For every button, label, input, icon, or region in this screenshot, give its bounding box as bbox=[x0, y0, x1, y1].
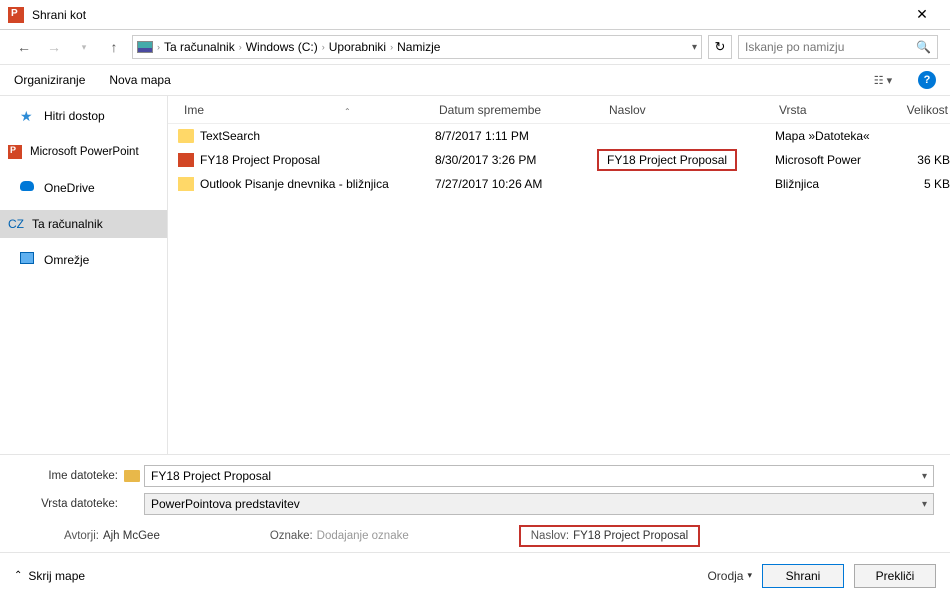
sidebar-item-powerpoint[interactable]: Microsoft PowerPoint bbox=[0, 138, 167, 166]
search-icon: 🔍 bbox=[916, 40, 931, 54]
sidebar-item-label: Microsoft PowerPoint bbox=[30, 146, 139, 158]
filetype-select[interactable]: PowerPointova predstavitev ▾ bbox=[144, 493, 934, 515]
powerpoint-file-icon bbox=[178, 153, 194, 167]
sidebar: ★ Hitri dostop Microsoft PowerPoint OneD… bbox=[0, 96, 168, 454]
search-input[interactable]: Iskanje po namizju 🔍 bbox=[738, 35, 938, 59]
close-button[interactable]: ✕ bbox=[902, 0, 942, 30]
column-header-type[interactable]: Vrsta bbox=[773, 103, 888, 117]
address-bar[interactable]: › Ta računalnik › Windows (C:) › Uporabn… bbox=[132, 35, 702, 59]
file-row[interactable]: TextSearch 8/7/2017 1:11 PM Mapa »Datote… bbox=[168, 124, 950, 148]
filename-label: Ime datoteke: bbox=[16, 470, 124, 482]
sidebar-item-thispc[interactable]: CZ Ta računalnik bbox=[0, 210, 167, 238]
sidebar-item-label: Omrežje bbox=[44, 253, 89, 267]
filename-input[interactable]: FY18 Project Proposal ▾ bbox=[144, 465, 934, 487]
file-name: FY18 Project Proposal bbox=[200, 153, 435, 167]
up-button[interactable]: ↑ bbox=[102, 35, 126, 59]
file-type: Microsoft Power bbox=[775, 153, 890, 167]
chevron-down-icon: ▾ bbox=[747, 570, 752, 581]
back-button[interactable]: ← bbox=[12, 35, 36, 59]
chevron-up-icon: ⌃ bbox=[14, 570, 22, 581]
network-icon bbox=[20, 252, 36, 268]
column-headers: Ime⌃ Datum spremembe Naslov Vrsta Veliko… bbox=[168, 96, 950, 124]
chevron-right-icon: › bbox=[239, 42, 242, 52]
onedrive-icon bbox=[20, 180, 36, 196]
sidebar-item-onedrive[interactable]: OneDrive bbox=[0, 174, 167, 202]
forward-button[interactable]: → bbox=[42, 35, 66, 59]
save-button[interactable]: Shrani bbox=[762, 564, 844, 588]
authors-field[interactable]: Avtorji: Ajh McGee bbox=[64, 530, 160, 542]
search-placeholder: Iskanje po namizju bbox=[745, 40, 844, 54]
tools-menu[interactable]: Orodja ▾ bbox=[707, 569, 752, 583]
chevron-down-icon[interactable]: ▾ bbox=[692, 42, 697, 53]
sidebar-item-label: Hitri dostop bbox=[44, 109, 105, 123]
file-date: 7/27/2017 10:26 AM bbox=[435, 177, 605, 191]
drive-icon bbox=[137, 41, 153, 53]
file-row[interactable]: Outlook Pisanje dnevnika - bližnjica 7/2… bbox=[168, 172, 950, 196]
title-field[interactable]: Naslov: FY18 Project Proposal bbox=[519, 525, 700, 547]
filetype-label: Vrsta datoteke: bbox=[16, 498, 124, 510]
save-options: Ime datoteke: FY18 Project Proposal ▾ Vr… bbox=[0, 454, 950, 553]
folder-icon bbox=[124, 470, 140, 482]
chevron-right-icon: › bbox=[390, 42, 393, 52]
new-folder-button[interactable]: Nova mapa bbox=[109, 73, 170, 87]
sidebar-item-label: OneDrive bbox=[44, 181, 95, 195]
help-button[interactable]: ? bbox=[918, 71, 936, 89]
file-list: Ime⌃ Datum spremembe Naslov Vrsta Veliko… bbox=[168, 96, 950, 454]
powerpoint-icon bbox=[8, 7, 24, 23]
hide-folders-button[interactable]: ⌃ Skrij mape bbox=[14, 569, 85, 583]
footer: ⌃ Skrij mape Orodja ▾ Shrani Prekliči bbox=[0, 552, 950, 598]
file-title: FY18 Project Proposal bbox=[605, 153, 775, 167]
sidebar-prefix: CZ bbox=[8, 217, 24, 231]
file-size: 5 KB bbox=[890, 177, 950, 191]
titlebar: Shrani kot ✕ bbox=[0, 0, 950, 30]
chevron-right-icon: › bbox=[322, 42, 325, 52]
tags-field[interactable]: Oznake: Dodajanje oznake bbox=[270, 530, 409, 542]
column-header-date[interactable]: Datum spremembe bbox=[433, 103, 603, 117]
column-header-title[interactable]: Naslov bbox=[603, 103, 773, 117]
sidebar-item-quickaccess[interactable]: ★ Hitri dostop bbox=[0, 102, 167, 130]
toolbar: Organiziranje Nova mapa ☷ ▾ ? bbox=[0, 64, 950, 96]
column-header-size[interactable]: Velikost bbox=[888, 103, 948, 117]
cancel-button[interactable]: Prekliči bbox=[854, 564, 936, 588]
file-name: Outlook Pisanje dnevnika - bližnjica bbox=[200, 177, 435, 191]
sidebar-item-network[interactable]: Omrežje bbox=[0, 246, 167, 274]
file-date: 8/30/2017 3:26 PM bbox=[435, 153, 605, 167]
breadcrumb-item[interactable]: Windows (C:) bbox=[246, 40, 318, 54]
breadcrumb-item[interactable]: Uporabniki bbox=[329, 40, 386, 54]
navigation-bar: ← → ▾ ↑ › Ta računalnik › Windows (C:) ›… bbox=[0, 30, 950, 64]
file-name: TextSearch bbox=[200, 129, 435, 143]
history-dropdown[interactable]: ▾ bbox=[72, 35, 96, 59]
chevron-right-icon: › bbox=[157, 42, 160, 52]
shortcut-icon bbox=[178, 177, 194, 191]
file-size: 36 KB bbox=[890, 153, 950, 167]
view-mode-button[interactable]: ☷ ▾ bbox=[872, 71, 894, 89]
file-date: 8/7/2017 1:11 PM bbox=[435, 129, 605, 143]
chevron-down-icon[interactable]: ▾ bbox=[922, 471, 927, 482]
organize-menu[interactable]: Organiziranje bbox=[14, 73, 85, 87]
powerpoint-icon bbox=[8, 145, 22, 159]
star-icon: ★ bbox=[20, 108, 36, 124]
breadcrumb-item[interactable]: Namizje bbox=[397, 40, 440, 54]
window-title: Shrani kot bbox=[32, 8, 902, 22]
column-header-name[interactable]: Ime⌃ bbox=[178, 103, 433, 117]
file-type: Bližnjica bbox=[775, 177, 890, 191]
sidebar-item-label: Ta računalnik bbox=[32, 217, 103, 231]
chevron-down-icon[interactable]: ▾ bbox=[922, 499, 927, 510]
file-type: Mapa »Datoteka« bbox=[775, 129, 890, 143]
folder-icon bbox=[178, 129, 194, 143]
breadcrumb-item[interactable]: Ta računalnik bbox=[164, 40, 235, 54]
file-row[interactable]: FY18 Project Proposal 8/30/2017 3:26 PM … bbox=[168, 148, 950, 172]
refresh-button[interactable]: ↻ bbox=[708, 35, 732, 59]
